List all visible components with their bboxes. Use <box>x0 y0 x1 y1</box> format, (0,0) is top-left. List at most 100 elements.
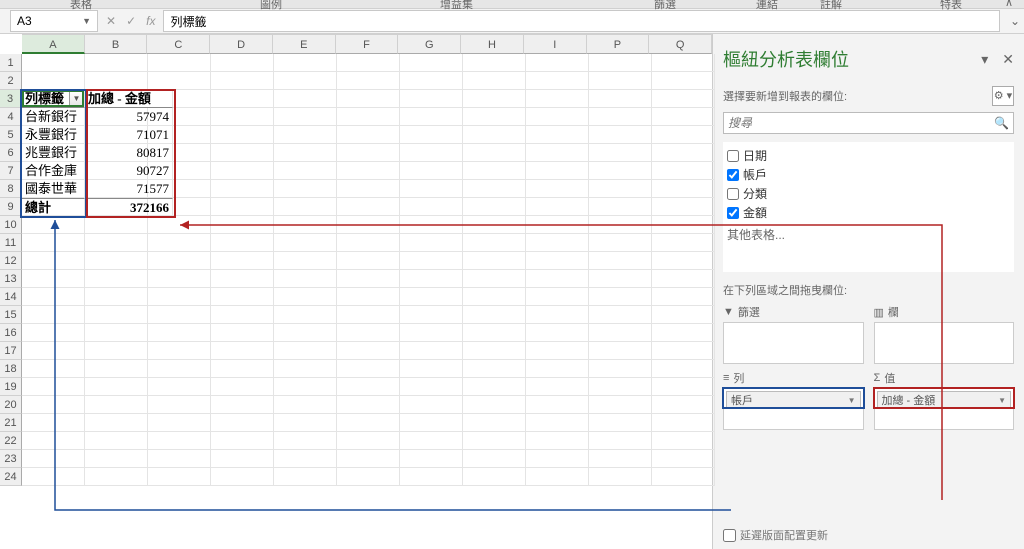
cell[interactable] <box>400 324 463 342</box>
cell[interactable] <box>85 54 148 72</box>
cell[interactable] <box>337 180 400 198</box>
cell[interactable] <box>463 198 526 216</box>
cell[interactable] <box>85 342 148 360</box>
cell[interactable] <box>274 450 337 468</box>
cell[interactable] <box>652 144 715 162</box>
cell[interactable] <box>337 468 400 486</box>
cell-data[interactable]: 合作金庫 <box>22 162 85 180</box>
cell[interactable] <box>211 450 274 468</box>
cell[interactable] <box>211 288 274 306</box>
cell-data[interactable]: 加總 - 金額 <box>85 90 173 108</box>
cell[interactable] <box>22 432 85 450</box>
formula-expand-icon[interactable]: ⌄ <box>1006 14 1024 28</box>
row-header-4[interactable]: 4 <box>0 108 22 126</box>
cell[interactable] <box>274 216 337 234</box>
cell[interactable] <box>400 144 463 162</box>
cell[interactable] <box>652 234 715 252</box>
cell[interactable] <box>274 324 337 342</box>
row-header-1[interactable]: 1 <box>0 54 22 72</box>
cell[interactable] <box>526 324 589 342</box>
zone-columns-box[interactable] <box>874 322 1015 364</box>
cell[interactable] <box>652 432 715 450</box>
cell[interactable] <box>22 306 85 324</box>
cell[interactable] <box>400 360 463 378</box>
row-header-21[interactable]: 21 <box>0 414 22 432</box>
panel-dropdown-icon[interactable]: ▾ <box>981 51 988 68</box>
cell[interactable] <box>22 72 85 90</box>
cell[interactable] <box>85 414 148 432</box>
filter-button[interactable]: ▼ <box>69 91 84 106</box>
cell[interactable] <box>211 180 274 198</box>
cell[interactable] <box>22 360 85 378</box>
row-header-19[interactable]: 19 <box>0 378 22 396</box>
cell[interactable] <box>526 90 589 108</box>
cell[interactable] <box>526 234 589 252</box>
cell[interactable] <box>148 72 211 90</box>
cell[interactable] <box>589 414 652 432</box>
cell[interactable] <box>400 378 463 396</box>
cell[interactable] <box>463 216 526 234</box>
cell[interactable] <box>400 198 463 216</box>
cell[interactable] <box>211 414 274 432</box>
cell[interactable] <box>211 324 274 342</box>
cell[interactable] <box>211 54 274 72</box>
cell[interactable] <box>463 396 526 414</box>
cell[interactable] <box>463 468 526 486</box>
cell[interactable] <box>652 180 715 198</box>
cell[interactable] <box>526 288 589 306</box>
zone-values-item[interactable]: 加總 - 金額▼ <box>877 391 1012 409</box>
cell[interactable] <box>22 378 85 396</box>
cell[interactable] <box>337 144 400 162</box>
cell[interactable] <box>274 144 337 162</box>
row-header-17[interactable]: 17 <box>0 342 22 360</box>
cell[interactable] <box>274 360 337 378</box>
cell[interactable] <box>463 432 526 450</box>
cell[interactable] <box>148 252 211 270</box>
cell[interactable] <box>526 72 589 90</box>
cell[interactable] <box>22 234 85 252</box>
cell[interactable] <box>337 54 400 72</box>
cell[interactable] <box>148 306 211 324</box>
row-header-16[interactable]: 16 <box>0 324 22 342</box>
cell[interactable] <box>274 180 337 198</box>
cell[interactable] <box>526 144 589 162</box>
cell[interactable] <box>337 108 400 126</box>
col-header-H[interactable]: H <box>461 35 524 54</box>
defer-checkbox[interactable] <box>723 529 736 542</box>
cell[interactable] <box>274 396 337 414</box>
cell[interactable] <box>463 252 526 270</box>
cell[interactable] <box>274 342 337 360</box>
cell[interactable] <box>400 306 463 324</box>
cell[interactable] <box>148 450 211 468</box>
cell[interactable] <box>211 342 274 360</box>
cell[interactable] <box>652 288 715 306</box>
cell[interactable] <box>211 72 274 90</box>
cell[interactable] <box>274 432 337 450</box>
cell[interactable] <box>652 198 715 216</box>
cell[interactable] <box>22 270 85 288</box>
row-header-11[interactable]: 11 <box>0 234 22 252</box>
row-header-23[interactable]: 23 <box>0 450 22 468</box>
cell[interactable] <box>463 342 526 360</box>
zone-filter-box[interactable] <box>723 322 864 364</box>
cell[interactable] <box>211 108 274 126</box>
cell[interactable] <box>22 324 85 342</box>
cell[interactable] <box>589 342 652 360</box>
cell[interactable] <box>652 324 715 342</box>
row-header-3[interactable]: 3 <box>0 90 22 108</box>
field-item[interactable]: 金額 <box>727 203 1010 222</box>
cell[interactable] <box>274 108 337 126</box>
field-checkbox[interactable] <box>727 169 739 181</box>
cell[interactable] <box>589 162 652 180</box>
cell[interactable] <box>85 216 148 234</box>
cell[interactable] <box>337 198 400 216</box>
cell[interactable] <box>400 432 463 450</box>
cell[interactable] <box>652 252 715 270</box>
cell[interactable] <box>463 270 526 288</box>
cell[interactable] <box>85 234 148 252</box>
col-header-C[interactable]: C <box>147 35 210 54</box>
cell[interactable] <box>652 270 715 288</box>
cell-data[interactable]: 國泰世華 <box>22 180 85 198</box>
cell[interactable] <box>148 378 211 396</box>
cell[interactable] <box>463 378 526 396</box>
